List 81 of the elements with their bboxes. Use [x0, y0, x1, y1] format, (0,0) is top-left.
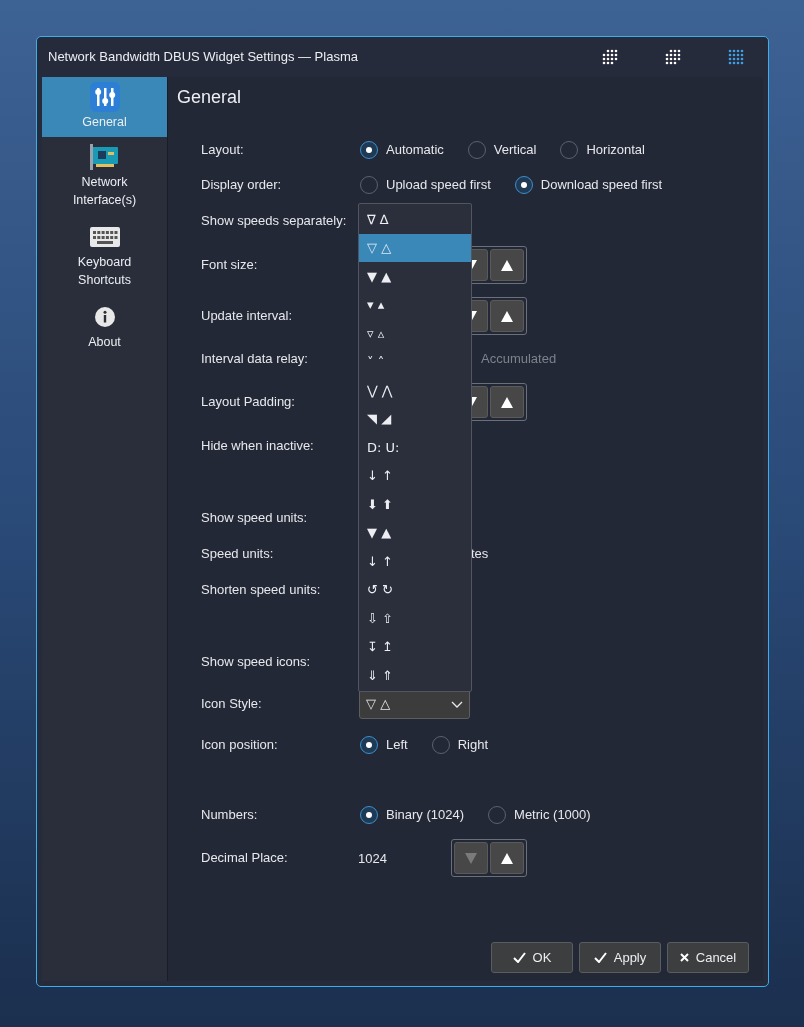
up-triangle-icon — [501, 259, 513, 271]
sidebar-item[interactable]: About — [42, 297, 167, 377]
dropdown-option[interactable]: ↧ ↥ — [359, 632, 471, 661]
radio-button[interactable] — [360, 736, 378, 754]
info-icon — [94, 307, 115, 327]
dropdown-option[interactable]: ⋁ ⋀ — [359, 376, 471, 405]
radio-label: tes — [471, 545, 489, 564]
down-triangle-icon — [465, 852, 477, 864]
radio-button[interactable] — [360, 806, 378, 824]
up-triangle-icon — [501, 852, 513, 864]
up-triangle-icon — [501, 310, 513, 322]
radio-label: Upload speed first — [386, 175, 491, 194]
field-label: Shorten speed units: — [201, 581, 322, 600]
minimize-icon[interactable] — [665, 49, 681, 65]
increase-button[interactable] — [490, 842, 524, 874]
radio-button[interactable] — [360, 140, 378, 159]
radio-label: Vertical — [493, 140, 537, 159]
radio-button[interactable] — [467, 140, 486, 159]
dropdown-option[interactable]: ˅ ˄ — [359, 347, 471, 376]
radio-label: Download speed first — [540, 175, 663, 194]
field-label: Decimal Place: — [201, 849, 289, 868]
radio-label: Automatic — [386, 140, 444, 159]
close-icon — [679, 953, 689, 962]
dropdown-option[interactable]: ▼ ▲ — [359, 518, 471, 547]
radio-label: Metric (1000) — [514, 806, 591, 825]
field-label: Update interval: — [201, 307, 294, 326]
dropdown-option[interactable]: ▼ ▲ — [359, 262, 471, 291]
field-label: Speed units: — [201, 545, 275, 564]
window-title: Network Bandwidth DBUS Widget Settings — Plasma — [48, 48, 359, 67]
dropdown-option[interactable]: ↺ ↻ — [359, 575, 471, 604]
radio-button[interactable] — [488, 806, 507, 824]
radio-button[interactable] — [560, 140, 579, 159]
dropdown-option[interactable]: ∇ ∆ — [359, 205, 471, 234]
field-label: Display order: — [201, 175, 283, 194]
keyboard-icon — [89, 227, 120, 247]
field-label: Show speeds separately: — [201, 212, 348, 231]
dropdown-option[interactable]: ⇓ ⇑ — [359, 661, 471, 690]
keep-above-icon[interactable] — [602, 49, 618, 65]
sliders-icon — [89, 82, 120, 112]
dropdown-option[interactable]: ↓ ↑ — [359, 547, 471, 576]
sidebar-item[interactable]: Network Interface(s) — [42, 137, 167, 217]
field-label: Icon position: — [201, 736, 279, 755]
dropdown-option[interactable]: ▿ ▵ — [359, 319, 471, 348]
check-icon — [593, 952, 607, 963]
chevron-down-icon — [451, 700, 463, 708]
dropdown-option[interactable]: ↓ ↑ — [359, 461, 471, 490]
field-label: Icon Style: — [201, 695, 263, 714]
field-label: Font size: — [201, 256, 259, 275]
check-icon — [512, 952, 526, 963]
dropdown-option[interactable]: ⬇ ⬆ — [359, 490, 471, 519]
field-label: Interval data relay: — [201, 350, 309, 369]
radio-label: Binary (1024) — [386, 806, 465, 825]
radio-button[interactable] — [360, 175, 378, 194]
increase-button[interactable] — [490, 386, 524, 418]
increase-button[interactable] — [490, 300, 524, 332]
dialog-button[interactable]: OK — [491, 942, 573, 973]
field-label: Layout Padding: — [201, 393, 296, 412]
dropdown-option[interactable]: ▾ ▴ — [359, 290, 471, 319]
dialog-button[interactable]: Cancel — [667, 942, 749, 973]
spin-value: 1024 — [358, 851, 387, 866]
field-label: Show speed units: — [201, 509, 309, 528]
sidebar-item[interactable]: Keyboard Shortcuts — [42, 217, 167, 297]
page-heading: General — [177, 87, 242, 107]
radio-label: Horizontal — [586, 140, 645, 159]
radio-label: Right — [457, 736, 489, 755]
dropdown-option[interactable]: D: U: — [359, 433, 471, 462]
dropdown-option[interactable]: ◥ ◢ — [359, 404, 471, 433]
increase-button[interactable] — [490, 249, 524, 281]
radio-label: Left — [386, 736, 408, 755]
network-card-icon — [89, 144, 120, 170]
radio-button[interactable] — [431, 736, 450, 754]
field-label: Show speed icons: — [201, 653, 312, 672]
field-label: Layout: — [201, 140, 245, 159]
radio-button[interactable] — [514, 175, 533, 194]
up-triangle-icon — [501, 396, 513, 408]
dialog-button[interactable]: Apply — [579, 942, 661, 973]
field-label: Hide when inactive: — [201, 437, 315, 456]
maximize-icon[interactable] — [728, 49, 744, 65]
dropdown-option[interactable]: ▽ △ — [359, 233, 471, 262]
field-label: Numbers: — [201, 806, 259, 825]
dropdown-option[interactable]: ⇩ ⇧ — [359, 604, 471, 633]
